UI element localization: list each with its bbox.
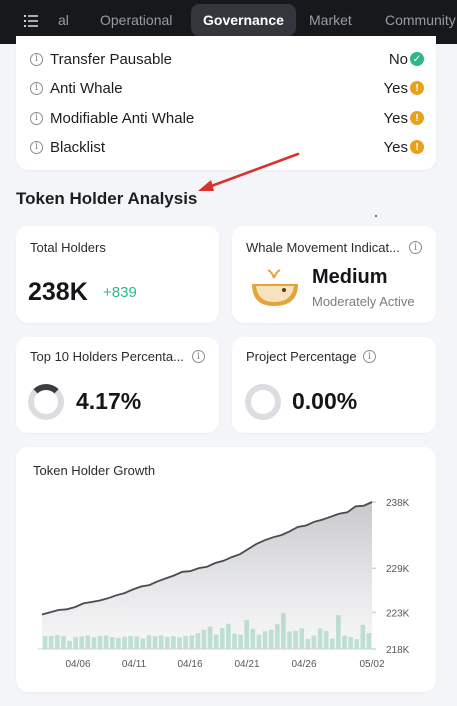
audit-value: Yes bbox=[383, 109, 408, 127]
info-icon[interactable]: i bbox=[30, 81, 43, 95]
audit-value: Yes bbox=[383, 138, 408, 156]
whale-movement-label: Whale Movement Indicat... bbox=[246, 240, 400, 255]
list-menu-icon[interactable] bbox=[24, 14, 38, 28]
info-icon[interactable]: i bbox=[30, 111, 43, 125]
y-tick-label: 223K bbox=[386, 608, 410, 619]
x-tick-label: 05/02 bbox=[359, 659, 384, 670]
info-icon[interactable]: i bbox=[409, 241, 422, 254]
whale-activity: Moderately Active bbox=[312, 294, 415, 309]
total-holders-label: Total Holders bbox=[30, 240, 106, 255]
tab-governance[interactable]: Governance bbox=[191, 4, 296, 36]
audit-label: Anti Whale bbox=[50, 79, 123, 97]
holder-growth-chart: 238K 229K 223K 218K 04/06 04/11 04/16 04/21 04/2… bbox=[38, 498, 410, 670]
y-tick-label: 229K bbox=[386, 564, 410, 575]
audit-value: No bbox=[388, 50, 408, 68]
y-tick-label: 238K bbox=[386, 498, 410, 509]
audit-label: Transfer Pausable bbox=[50, 50, 173, 68]
x-tick-label: 04/06 bbox=[65, 659, 90, 670]
x-tick-label: 04/26 bbox=[291, 659, 316, 670]
growth-area bbox=[42, 502, 372, 649]
token-holder-growth-card: Token Holder Growth 238K 229K 223K 218K 04/0… bbox=[16, 447, 436, 692]
total-holders-card: Total Holders 238K +839 bbox=[16, 226, 219, 323]
warning-icon: ! bbox=[410, 81, 424, 95]
top10-percentage: 4.17% bbox=[76, 388, 142, 414]
project-percentage-label: Project Percentage bbox=[246, 349, 357, 364]
info-icon[interactable]: i bbox=[30, 140, 43, 154]
top10-holders-label: Top 10 Holders Percenta... bbox=[30, 349, 184, 364]
check-icon: ✓ bbox=[410, 52, 424, 66]
audit-row-modifiable-anti-whale: i Modifiable Anti Whale Yes ! bbox=[30, 107, 424, 129]
x-tick-label: 04/21 bbox=[234, 659, 259, 670]
x-tick-label: 04/11 bbox=[122, 659, 147, 670]
annotation-arrow-icon bbox=[198, 152, 300, 191]
x-tick-label: 04/16 bbox=[177, 659, 202, 670]
project-percentage-value: 0.00% bbox=[292, 388, 358, 414]
total-holders-value: 238K bbox=[28, 278, 88, 306]
audit-label: Blacklist bbox=[50, 138, 106, 156]
whale-icon bbox=[252, 269, 298, 306]
warning-icon: ! bbox=[410, 111, 424, 125]
audit-value: Yes bbox=[383, 79, 408, 97]
info-icon[interactable]: i bbox=[192, 350, 205, 363]
donut-icon bbox=[28, 384, 64, 420]
donut-icon bbox=[245, 384, 281, 420]
audit-label: Modifiable Anti Whale bbox=[50, 109, 195, 127]
info-icon[interactable]: i bbox=[30, 52, 43, 66]
y-tick-label: 218K bbox=[386, 645, 410, 656]
audit-row-anti-whale: i Anti Whale Yes ! bbox=[30, 77, 424, 99]
project-percentage-card: Project Percentage i 0.00% bbox=[232, 337, 436, 433]
section-title: Token Holder Analysis bbox=[16, 189, 198, 208]
whale-level: Medium bbox=[312, 266, 388, 288]
stray-dot bbox=[375, 215, 377, 217]
top10-holders-card: Top 10 Holders Percenta... i 4.17% bbox=[16, 337, 219, 433]
whale-movement-card: Whale Movement Indicat... i Medium Moder… bbox=[232, 226, 436, 323]
audit-row-transfer-pausable: i Transfer Pausable No ✓ bbox=[30, 48, 424, 70]
holders-change: +839 bbox=[103, 284, 137, 301]
info-icon[interactable]: i bbox=[363, 350, 376, 363]
warning-icon: ! bbox=[410, 140, 424, 154]
